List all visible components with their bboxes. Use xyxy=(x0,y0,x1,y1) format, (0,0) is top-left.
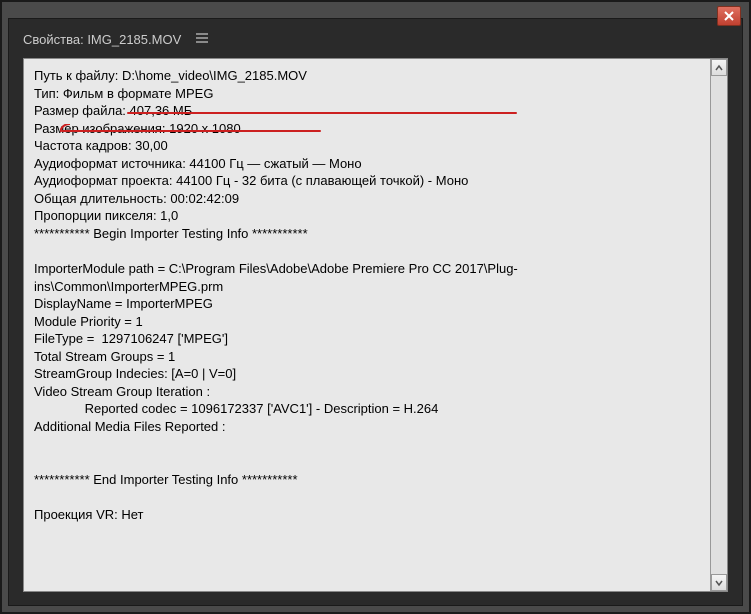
vertical-scrollbar[interactable] xyxy=(710,59,727,591)
annotation-underline-imagesize xyxy=(61,130,321,132)
scroll-up-button[interactable] xyxy=(711,59,727,76)
close-icon xyxy=(723,10,735,22)
close-button[interactable] xyxy=(717,6,741,26)
outer-window-frame: Свойства: IMG_2185.MOV Путь к файлу: D:\… xyxy=(0,0,751,614)
properties-panel: Свойства: IMG_2185.MOV Путь к файлу: D:\… xyxy=(8,18,743,606)
annotation-curve xyxy=(60,124,70,132)
properties-content-panel: Путь к файлу: D:\home_video\IMG_2185.MOV… xyxy=(23,58,728,592)
properties-text: Путь к файлу: D:\home_video\IMG_2185.MOV… xyxy=(24,59,710,591)
annotation-underline-filesize xyxy=(127,112,517,114)
chevron-up-icon xyxy=(715,64,723,72)
scroll-down-button[interactable] xyxy=(711,574,727,591)
panel-header: Свойства: IMG_2185.MOV xyxy=(23,31,728,48)
chevron-down-icon xyxy=(715,579,723,587)
panel-title: Свойства: IMG_2185.MOV xyxy=(23,32,181,47)
panel-menu-button[interactable] xyxy=(195,31,209,48)
hamburger-menu-icon xyxy=(195,31,209,45)
